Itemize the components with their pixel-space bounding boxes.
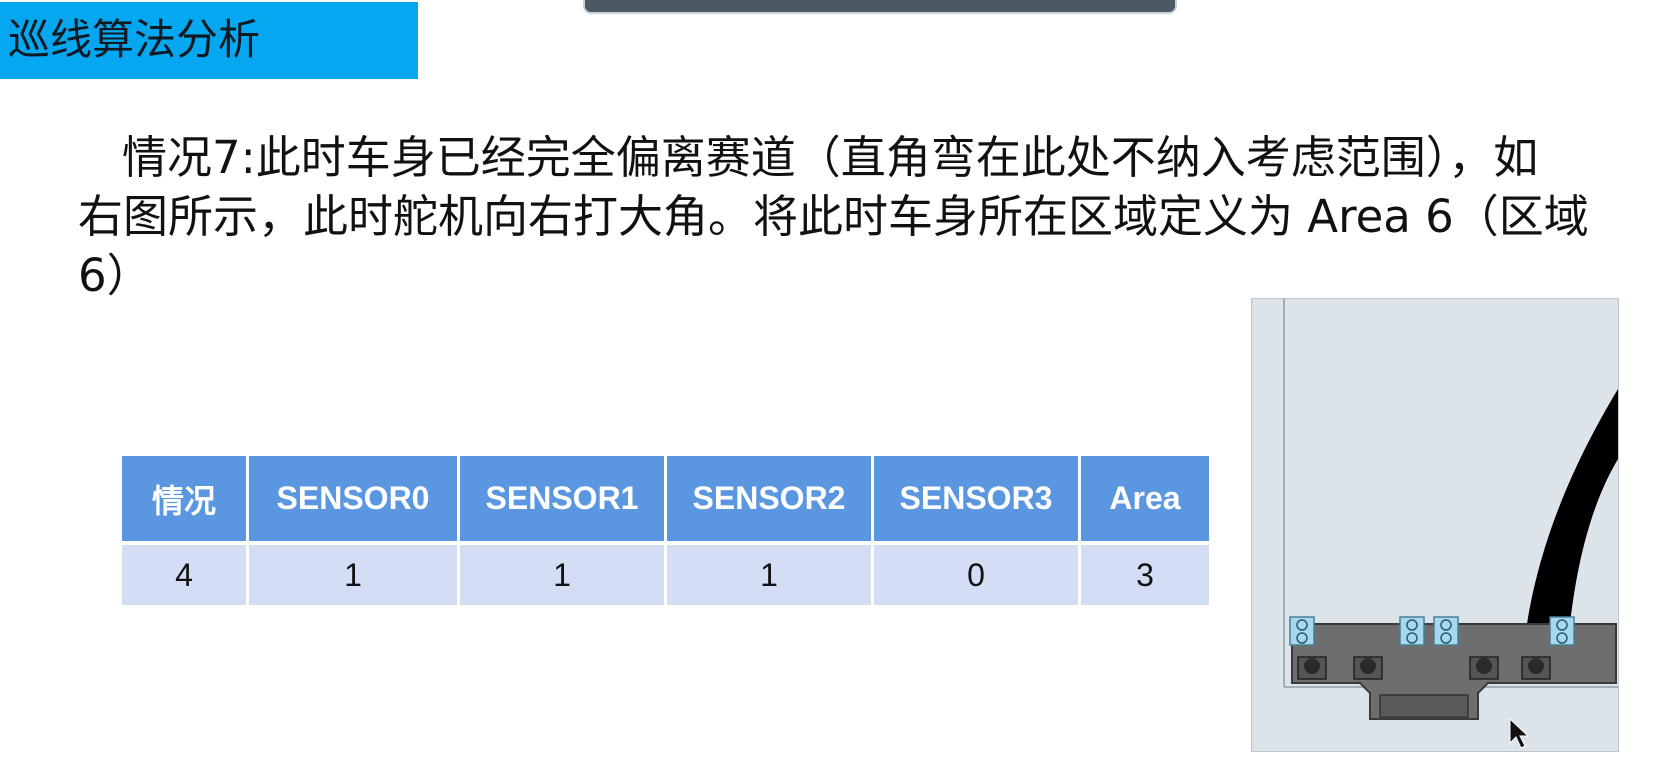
- cell-case: 4: [122, 545, 246, 605]
- body-line-3: 6）: [78, 249, 152, 302]
- body-line-1: 情况7:此时车身已经完全偏离赛道（直角弯在此处不纳入考虑范围），如: [122, 131, 1539, 184]
- sensor-0: [1289, 616, 1315, 646]
- cell-sensor3: 0: [874, 545, 1078, 605]
- sensor-3: [1549, 616, 1575, 646]
- body-line-2: 右图所示，此时舵机向右打大角。将此时车身所在区域定义为 Area 6（区域: [78, 190, 1589, 243]
- header-case: 情况: [122, 456, 246, 545]
- body-paragraph: 情况7:此时车身已经完全偏离赛道（直角弯在此处不纳入考虑范围），如 右图所示，此…: [78, 128, 1672, 305]
- sensor-2: [1433, 616, 1459, 646]
- header-sensor0: SENSOR0: [249, 456, 457, 545]
- title-banner: 巡线算法分析: [0, 2, 418, 79]
- table-row: 4 1 1 1 0 3: [122, 545, 1209, 605]
- top-window-bar: [583, 0, 1177, 14]
- cell-sensor2: 1: [667, 545, 871, 605]
- sensor-state-table: 情况 SENSOR0 SENSOR1 SENSOR2 SENSOR3 Area …: [119, 456, 1212, 605]
- cell-area: 3: [1081, 545, 1209, 605]
- header-area: Area: [1081, 456, 1209, 545]
- slide-title: 巡线算法分析: [8, 15, 261, 64]
- header-sensor1: SENSOR1: [460, 456, 664, 545]
- table-header-row: 情况 SENSOR0 SENSOR1 SENSOR2 SENSOR3 Area: [122, 456, 1209, 545]
- cell-sensor0: 1: [249, 545, 457, 605]
- track-figure: [1251, 298, 1619, 752]
- cell-sensor1: 1: [460, 545, 664, 605]
- header-sensor3: SENSOR3: [874, 456, 1078, 545]
- sensor-1: [1399, 616, 1425, 646]
- header-sensor2: SENSOR2: [667, 456, 871, 545]
